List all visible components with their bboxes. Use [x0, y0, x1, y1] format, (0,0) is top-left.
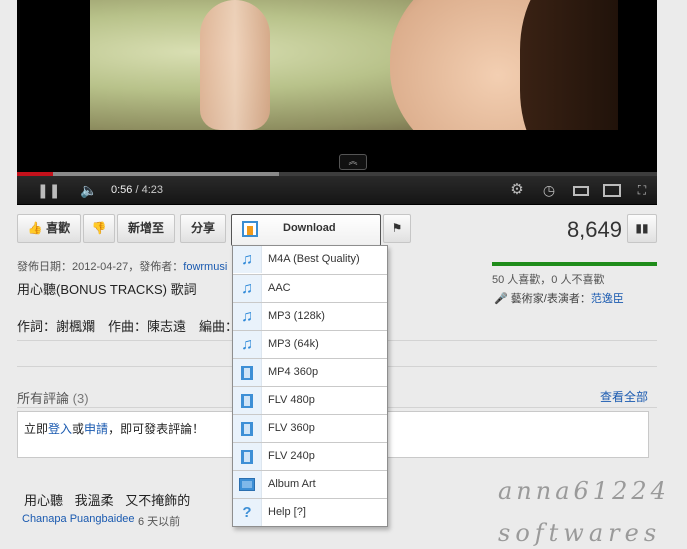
help-icon: ?: [233, 499, 262, 526]
video-hair-shape: [520, 0, 618, 130]
menu-item-mp3-128k[interactable]: ♫ MP3 (128k): [233, 302, 387, 330]
publish-prefix: 發佈日期：2012-04-27，發佈者：: [17, 261, 184, 273]
credits-line: 作詞：謝楓斕 作曲：陳志遠 編曲：: [17, 319, 239, 334]
view-all-link[interactable]: 查看全部: [600, 388, 648, 405]
video-frame[interactable]: [90, 0, 618, 130]
menu-item-label: MP3 (64k): [268, 338, 319, 350]
small-player-icon[interactable]: [573, 181, 589, 199]
publisher-link[interactable]: fowrmusi: [183, 261, 227, 273]
duration: 4:23: [141, 184, 164, 196]
menu-item-flv-480p[interactable]: FLV 480p: [233, 386, 387, 414]
gear-icon[interactable]: ⚙: [509, 181, 525, 199]
fullscreen-icon[interactable]: ⛶: [633, 181, 651, 199]
music-note-icon: ♫: [233, 303, 262, 330]
download-icon: [242, 221, 258, 237]
film-icon: [233, 387, 262, 414]
add-to-button[interactable]: 新增至: [117, 214, 175, 243]
music-note-icon: ♫: [233, 275, 262, 302]
description-title: 用心聽(BONUS TRACKS) 歌詞: [17, 282, 197, 297]
thumbs-up-icon: 👍: [27, 221, 43, 235]
menu-item-label: FLV 240p: [268, 450, 315, 462]
watermark-line-1: anna61224: [498, 477, 670, 505]
menu-item-flv-360p[interactable]: FLV 360p: [233, 414, 387, 442]
menu-item-label: FLV 360p: [268, 422, 315, 434]
prompt-or: 或: [72, 422, 85, 436]
pause-icon[interactable]: ❚❚: [37, 181, 60, 199]
music-note-icon: ♫: [233, 246, 262, 273]
comment-time: 6 天以前: [138, 516, 181, 528]
prompt-suffix: ，即可發表評論！: [108, 422, 205, 436]
expand-chevron-icon[interactable]: ︽: [339, 154, 367, 170]
artist-line: 🎤 藝術家/表演者：范逸臣: [494, 290, 624, 306]
player-controls: ❚❚ 🔈 0:56 / 4:23 ⚙ ◷ ⛶: [17, 176, 657, 204]
menu-item-help[interactable]: ? Help [?]: [233, 498, 387, 526]
comment-text: 用心聽 我溫柔 又不掩飾的: [24, 493, 191, 508]
menu-item-m4a[interactable]: ♫ M4A (Best Quality): [233, 246, 387, 274]
menu-item-label: M4A (Best Quality): [268, 253, 360, 265]
rating-bar: [492, 262, 657, 266]
flag-icon: ⚑: [391, 221, 403, 235]
login-link[interactable]: 登入: [48, 422, 72, 436]
menu-item-aac[interactable]: ♫ AAC: [233, 274, 387, 302]
film-icon: [233, 359, 262, 386]
share-button[interactable]: 分享: [180, 214, 226, 243]
bar-chart-icon: ▮▮: [635, 221, 649, 235]
comments-title: 所有評論 (3): [17, 388, 89, 407]
watermark-line-2: softwares: [498, 519, 662, 547]
film-icon: [233, 415, 262, 442]
download-label: Download: [283, 222, 336, 234]
time-readout: 0:56 / 4:23: [111, 181, 171, 199]
dislike-button[interactable]: 👎: [83, 214, 115, 243]
large-player-icon[interactable]: [603, 181, 621, 199]
likes-count: 50 人喜歡，0 人不喜歡: [492, 274, 605, 286]
volume-icon[interactable]: 🔈: [79, 181, 99, 199]
artist-label: 藝術家/表演者：: [510, 293, 591, 305]
menu-item-album-art[interactable]: Album Art: [233, 470, 387, 498]
menu-item-mp4-360p[interactable]: MP4 360p: [233, 358, 387, 386]
music-note-icon: ♫: [233, 331, 262, 358]
download-button[interactable]: Download: [231, 214, 381, 246]
menu-item-flv-240p[interactable]: FLV 240p: [233, 442, 387, 470]
menu-item-label: AAC: [268, 282, 291, 294]
signup-link[interactable]: 申請: [84, 422, 108, 436]
film-icon: [233, 443, 262, 470]
thumbs-down-icon: 👎: [91, 221, 107, 235]
video-hand-shape: [200, 0, 270, 130]
download-menu: ♫ M4A (Best Quality) ♫ AAC ♫ MP3 (128k) ♫ MP…: [232, 245, 388, 527]
artist-link[interactable]: 范逸臣: [591, 293, 624, 305]
menu-item-label: Help [?]: [268, 506, 306, 518]
menu-item-mp3-64k[interactable]: ♫ MP3 (64k): [233, 330, 387, 358]
comments-count: (3): [72, 391, 89, 406]
like-button[interactable]: 👍 喜歡: [17, 214, 81, 243]
comment-author-link[interactable]: Chanapa Puangbaidee: [22, 513, 135, 525]
menu-item-label: MP3 (128k): [268, 310, 325, 322]
stats-button[interactable]: ▮▮: [627, 214, 657, 243]
comments-title-text: 所有評論: [17, 391, 70, 406]
flag-button[interactable]: ⚑: [383, 214, 411, 243]
comment-prompt: 立即登入或申請，即可發表評論！: [24, 420, 204, 437]
menu-item-label: MP4 360p: [268, 366, 319, 378]
prompt-prefix: 立即: [24, 422, 49, 436]
like-label: 喜歡: [46, 221, 71, 235]
view-count: 8,649: [566, 217, 622, 242]
menu-item-label: Album Art: [268, 478, 316, 490]
publish-line: 發佈日期：2012-04-27，發佈者：fowrmusi: [17, 258, 227, 274]
time-separator: /: [132, 184, 142, 196]
microphone-icon: 🎤: [494, 293, 508, 305]
menu-item-label: FLV 480p: [268, 394, 315, 406]
clock-icon[interactable]: ◷: [541, 181, 557, 199]
current-time: 0:56: [111, 184, 133, 196]
picture-icon: [233, 471, 262, 498]
